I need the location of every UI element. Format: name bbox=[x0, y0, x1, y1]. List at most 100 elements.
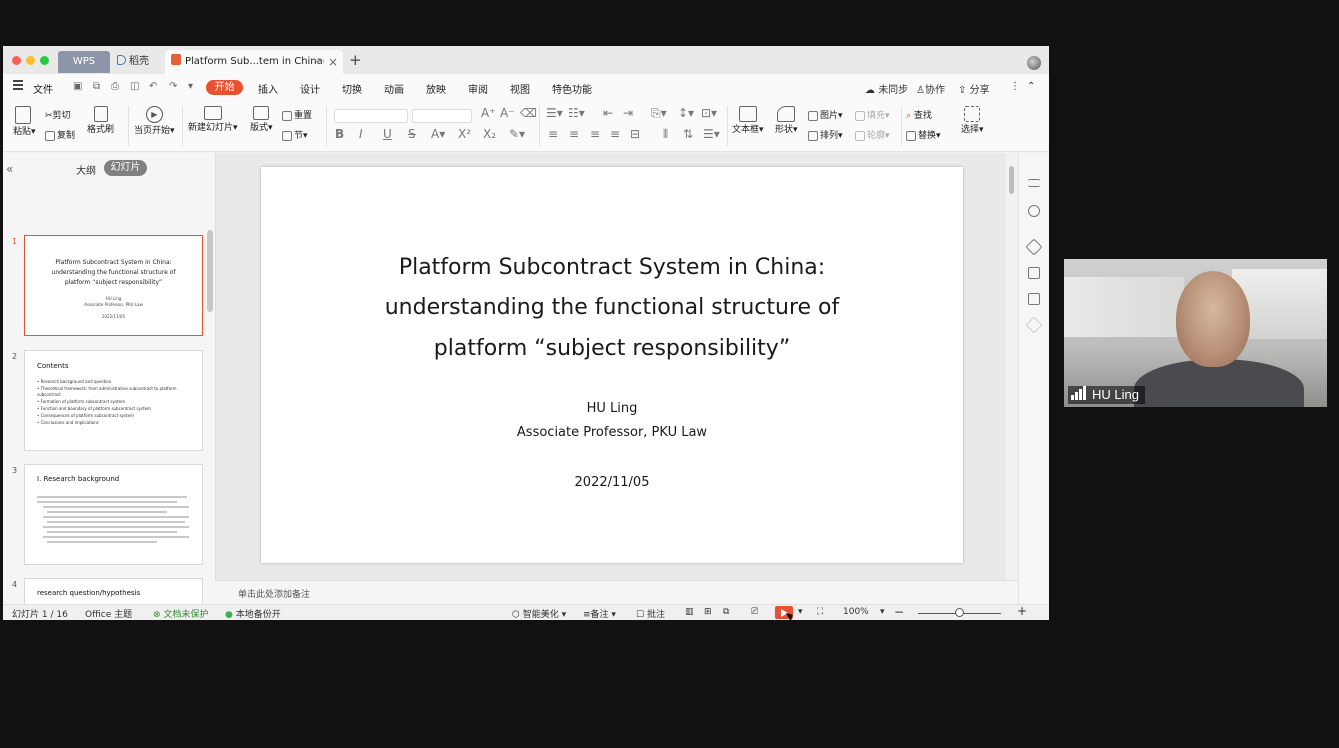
fit-window-icon[interactable]: ⛶ bbox=[817, 607, 823, 617]
zoom-window-button[interactable] bbox=[40, 56, 49, 65]
cut-button[interactable]: ✂剪切 bbox=[45, 108, 71, 121]
panel-scrollbar[interactable] bbox=[207, 230, 213, 312]
font-family-select[interactable] bbox=[334, 109, 408, 123]
text-align-icon[interactable]: ⊡▾ bbox=[701, 106, 717, 120]
editor-scroll-thumb[interactable] bbox=[1009, 166, 1014, 194]
chevron-down-icon[interactable]: ▾ bbox=[188, 81, 193, 92]
collapse-ribbon-icon[interactable]: ⌃ bbox=[1027, 81, 1035, 92]
zoom-out-button[interactable]: − bbox=[894, 605, 904, 619]
tab-document[interactable]: Platform Sub...tem in China ▭ × bbox=[165, 50, 343, 74]
grow-font-icon[interactable]: A⁺ bbox=[481, 106, 496, 120]
close-window-button[interactable] bbox=[12, 56, 21, 65]
settings-sliders-icon[interactable] bbox=[1028, 179, 1040, 187]
shrink-font-icon[interactable]: A⁻ bbox=[500, 106, 515, 120]
print-icon[interactable]: ⎙ bbox=[111, 81, 119, 92]
slide-date[interactable]: 2022/11/05 bbox=[261, 475, 963, 490]
textbox-button[interactable]: 文本框▾ bbox=[732, 106, 764, 135]
menu-animation[interactable]: 动画 bbox=[384, 81, 404, 96]
menu-icon[interactable] bbox=[13, 80, 23, 92]
highlight-icon[interactable]: ✎▾ bbox=[509, 127, 525, 141]
zoom-level[interactable]: 100% bbox=[843, 607, 869, 617]
format-painter-button[interactable]: 格式刷 bbox=[87, 106, 114, 135]
arrange-button[interactable]: 排列▾ bbox=[808, 128, 843, 141]
zoom-in-button[interactable]: + bbox=[1017, 604, 1027, 618]
italic-icon[interactable]: I bbox=[359, 127, 363, 141]
para-settings-icon[interactable]: ☰▾ bbox=[703, 127, 720, 141]
menu-start[interactable]: 开始 bbox=[206, 80, 243, 95]
slide-thumb-2[interactable]: Contents • Research background and quest… bbox=[24, 350, 203, 451]
replace-button[interactable]: 替换▾ bbox=[906, 128, 941, 141]
theme-name[interactable]: Office 主题 bbox=[85, 607, 132, 620]
bold-icon[interactable]: B bbox=[335, 127, 344, 141]
font-color-icon[interactable]: A▾ bbox=[431, 127, 445, 141]
menu-review[interactable]: 审阅 bbox=[468, 81, 488, 96]
menu-transition[interactable]: 切换 bbox=[342, 81, 362, 96]
line-spacing-icon[interactable]: ↕▾ bbox=[678, 106, 694, 120]
collab-button[interactable]: ♙协作 bbox=[916, 81, 945, 96]
reset-button[interactable]: 重置 bbox=[282, 108, 312, 121]
comments-button[interactable]: ☐ 批注 bbox=[636, 607, 665, 620]
increase-indent-icon[interactable]: ⇥ bbox=[623, 106, 633, 120]
chevron-down-icon[interactable]: ▾ bbox=[798, 607, 803, 617]
notes-area[interactable]: 单击此处添加备注 ··· bbox=[215, 580, 1049, 604]
slide-thumb-3[interactable]: I. Research background bbox=[24, 464, 203, 565]
save-icon[interactable]: ▣ bbox=[73, 81, 82, 92]
copy-button[interactable]: 复制 bbox=[45, 128, 75, 141]
avatar[interactable] bbox=[1027, 56, 1041, 70]
tab-daoke[interactable]: 稻壳 bbox=[113, 51, 161, 73]
paste-button[interactable]: 粘贴▾ bbox=[13, 106, 36, 137]
backup-icon[interactable] bbox=[1028, 293, 1040, 305]
shape-button[interactable]: 形状▾ bbox=[775, 106, 798, 135]
menu-design[interactable]: 设计 bbox=[300, 81, 320, 96]
align-left-icon[interactable]: ≡ bbox=[548, 127, 558, 141]
strikethrough-icon[interactable]: S bbox=[408, 127, 416, 141]
section-button[interactable]: 节▾ bbox=[282, 128, 308, 141]
projector-icon[interactable]: ⎚ bbox=[751, 607, 758, 617]
picture-button[interactable]: 图片▾ bbox=[808, 108, 843, 121]
preview-icon[interactable]: ◫ bbox=[130, 81, 139, 92]
doc-protect[interactable]: ⊗ 文档未保护 bbox=[153, 607, 208, 620]
pin-icon[interactable]: ▭ bbox=[316, 50, 325, 74]
menu-features[interactable]: 特色功能 bbox=[552, 81, 592, 96]
columns-icon[interactable]: ⫴ bbox=[663, 127, 668, 142]
undo-icon[interactable]: ↶ bbox=[149, 81, 157, 92]
tab-slides[interactable]: 幻灯片 bbox=[104, 160, 147, 176]
collapse-panel-icon[interactable]: « bbox=[6, 162, 13, 176]
slide-title-line[interactable]: understanding the functional structure o… bbox=[261, 295, 963, 320]
slides-icon[interactable] bbox=[1028, 267, 1040, 279]
clear-format-icon[interactable]: ⌫ bbox=[520, 106, 537, 120]
normal-view-icon[interactable]: ▥ bbox=[685, 607, 694, 617]
beautify-button[interactable]: ⬡ 智能美化 ▾ bbox=[512, 607, 566, 620]
more-icon[interactable]: ⋮ bbox=[1010, 81, 1020, 92]
text-direction-icon[interactable]: ⎘▾ bbox=[651, 106, 667, 121]
animation-icon[interactable] bbox=[1025, 238, 1043, 256]
chevron-down-icon[interactable]: ▾ bbox=[880, 607, 885, 617]
slide-title-line[interactable]: Platform Subcontract System in China: bbox=[261, 255, 963, 280]
cube-icon[interactable] bbox=[1025, 316, 1043, 334]
new-tab-button[interactable]: + bbox=[349, 51, 362, 69]
slide-canvas[interactable]: Platform Subcontract System in China: un… bbox=[261, 167, 963, 563]
tab-outline[interactable]: 大纲 bbox=[76, 162, 96, 177]
share-button[interactable]: ⇪ 分享 bbox=[958, 81, 990, 96]
menu-insert[interactable]: 插入 bbox=[258, 81, 278, 96]
find-button[interactable]: ⌕ 查找 bbox=[906, 108, 932, 121]
menu-view[interactable]: 视图 bbox=[510, 81, 530, 96]
justify-icon[interactable]: ≡ bbox=[610, 127, 620, 141]
bullets-icon[interactable]: ☰▾ bbox=[546, 106, 563, 120]
history-icon[interactable] bbox=[1028, 205, 1040, 217]
slide-thumb-1[interactable]: Platform Subcontract System in China: un… bbox=[24, 235, 203, 336]
menu-file[interactable]: 文件 bbox=[33, 81, 53, 96]
export-icon[interactable]: ⧉ bbox=[93, 81, 100, 92]
minimize-window-button[interactable] bbox=[26, 56, 35, 65]
para-spacing-icon[interactable]: ⇅ bbox=[683, 127, 693, 141]
outline-button[interactable]: 轮廓▾ bbox=[855, 128, 890, 141]
font-size-select[interactable] bbox=[412, 109, 472, 123]
menu-slideshow[interactable]: 放映 bbox=[426, 81, 446, 96]
superscript-icon[interactable]: X² bbox=[458, 127, 471, 141]
decrease-indent-icon[interactable]: ⇤ bbox=[603, 106, 613, 120]
tab-wps[interactable]: WPS bbox=[58, 51, 110, 73]
align-center-icon[interactable]: ≡ bbox=[569, 127, 579, 141]
video-tile[interactable]: HU Ling bbox=[1064, 259, 1327, 407]
distribute-icon[interactable]: ⊟ bbox=[630, 127, 640, 141]
local-backup[interactable]: ● 本地备份开 bbox=[225, 607, 281, 620]
